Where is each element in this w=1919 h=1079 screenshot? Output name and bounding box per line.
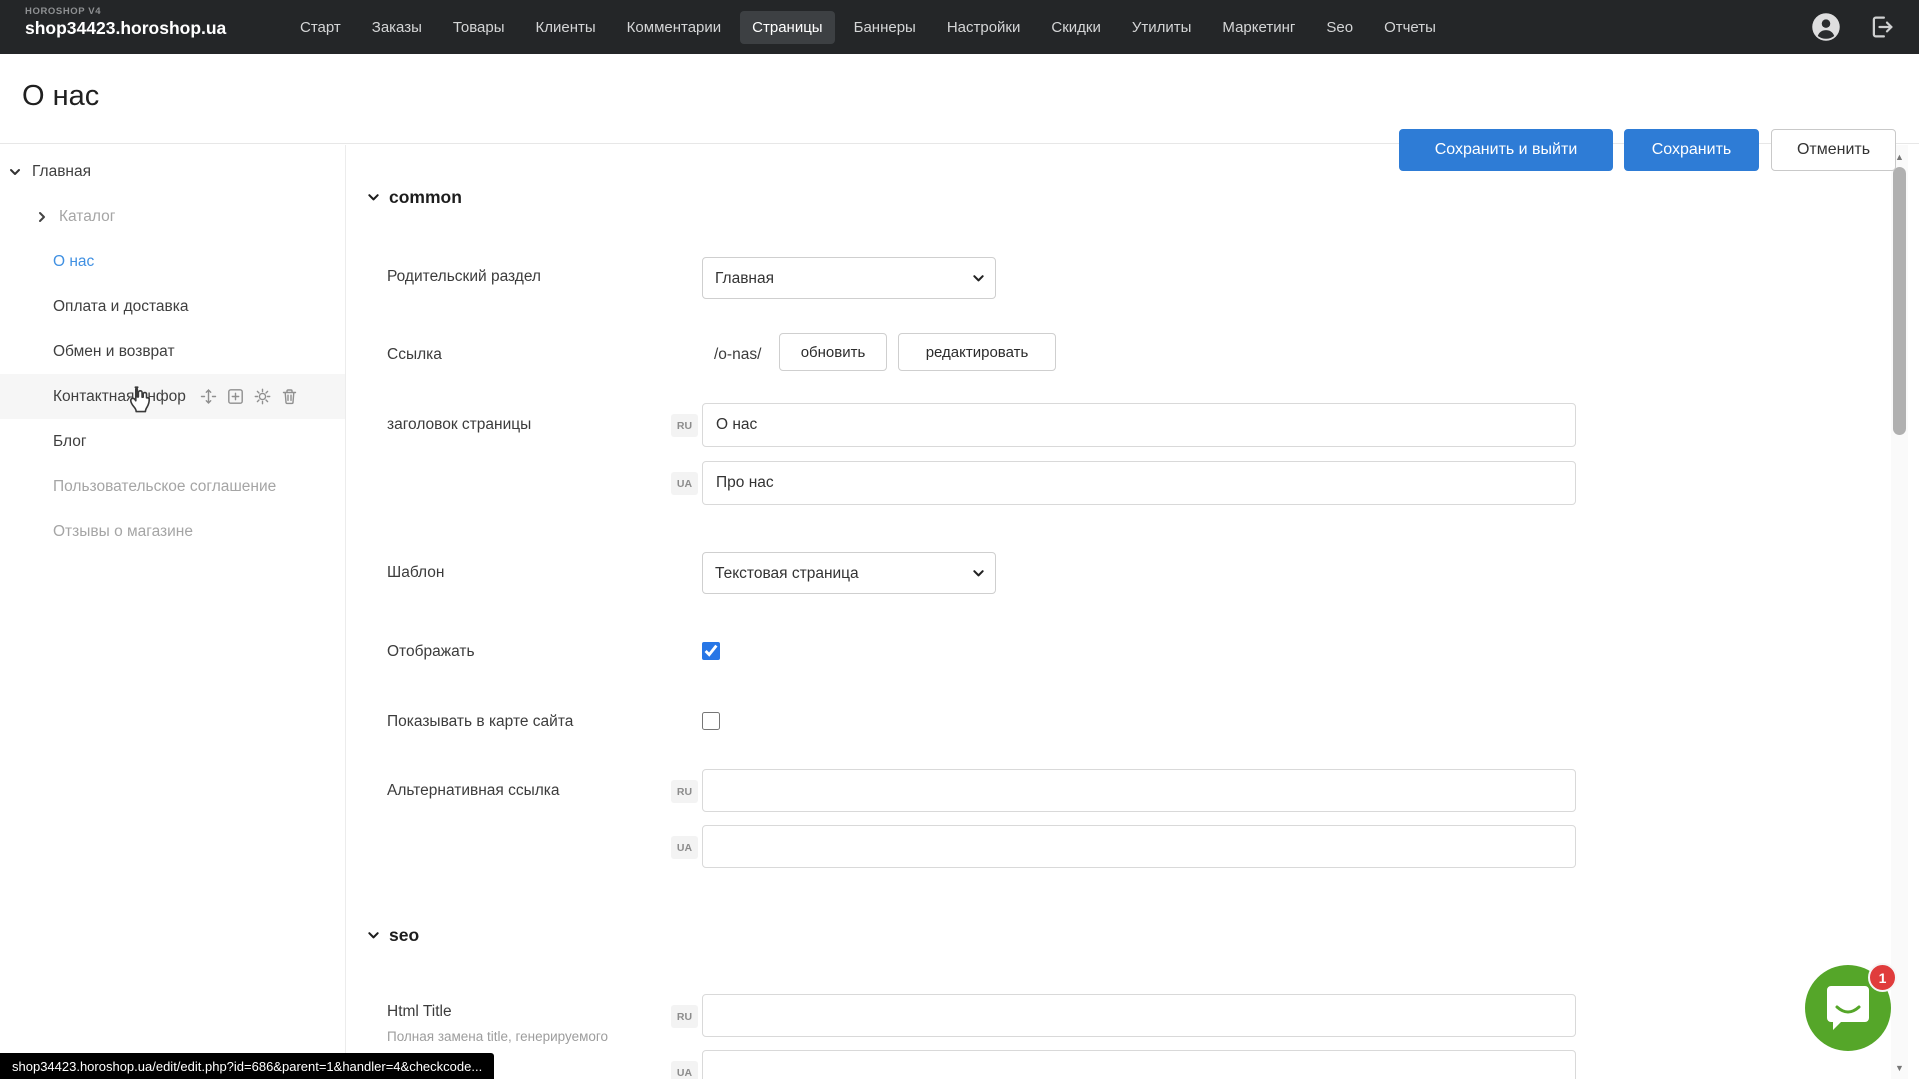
sidebar-item-o-nas-selected[interactable]: О нас xyxy=(0,239,345,284)
nav-item-seo[interactable]: Seo xyxy=(1314,11,1365,44)
alt-link-label: Альтернативная ссылка xyxy=(387,782,560,800)
section-common-title: common xyxy=(389,187,462,208)
parent-section-label: Родительский раздел xyxy=(387,268,541,286)
page-edit-form: common Родительский раздел Главная Ссылк… xyxy=(347,145,1919,1079)
sidebar-item-blog[interactable]: Блог xyxy=(0,419,345,464)
delete-trash-icon[interactable] xyxy=(281,388,298,405)
sidebar-item-otzyvy-o-magazine[interactable]: Отзывы о магазине xyxy=(0,509,345,554)
parent-section-select-wrap: Главная xyxy=(702,257,996,299)
sitemap-checkbox[interactable] xyxy=(702,712,720,730)
page-title-label: заголовок страницы xyxy=(387,416,531,434)
html-title-label: Html Title xyxy=(387,1003,452,1021)
save-and-exit-button[interactable]: Сохранить и выйти xyxy=(1399,129,1613,171)
nav-item-utilities[interactable]: Утилиты xyxy=(1120,11,1204,44)
chevron-down-icon xyxy=(367,191,380,204)
link-preview-statusbar: shop34423.horoshop.ua/edit/edit.php?id=6… xyxy=(0,1053,494,1079)
nav-item-products[interactable]: Товары xyxy=(441,11,517,44)
nav-item-orders[interactable]: Заказы xyxy=(360,11,434,44)
link-path-value: /o-nas/ xyxy=(714,346,761,364)
sidebar-item-label: Главная xyxy=(32,163,91,181)
link-refresh-button[interactable]: обновить xyxy=(779,333,887,371)
nav-item-discounts[interactable]: Скидки xyxy=(1039,11,1112,44)
sidebar-item-katalog[interactable]: Каталог xyxy=(0,194,345,239)
display-checkbox[interactable] xyxy=(702,642,720,660)
alt-link-ua-input[interactable] xyxy=(702,825,1576,868)
logout-icon[interactable] xyxy=(1867,12,1897,42)
section-seo-title: seo xyxy=(389,925,419,946)
lang-badge-ru: RU xyxy=(671,1005,698,1028)
html-title-hint: Полная замена title, генерируемого xyxy=(387,1029,608,1044)
link-label: Ссылка xyxy=(387,346,442,364)
settings-gear-icon[interactable] xyxy=(254,388,271,405)
nav-item-clients[interactable]: Клиенты xyxy=(524,11,608,44)
sidebar-item-label: Блог xyxy=(53,433,87,451)
lang-badge-ru: RU xyxy=(671,780,698,803)
template-select[interactable]: Текстовая страница xyxy=(702,552,996,594)
main-menu: Старт Заказы Товары Клиенты Комментарии … xyxy=(288,0,1448,54)
template-label: Шаблон xyxy=(387,564,444,582)
sidebar-item-label: Контактная инфор xyxy=(53,388,186,406)
display-label: Отображать xyxy=(387,643,475,661)
cancel-button[interactable]: Отменить xyxy=(1771,129,1896,171)
chat-bubble-icon xyxy=(1825,984,1871,1032)
nav-item-banners[interactable]: Баннеры xyxy=(842,11,928,44)
lang-badge-ua: UA xyxy=(671,1061,698,1079)
parent-section-select[interactable]: Главная xyxy=(702,257,996,299)
nav-item-reports[interactable]: Отчеты xyxy=(1372,11,1448,44)
template-select-wrap: Текстовая страница xyxy=(702,552,996,594)
sidebar-item-label: Обмен и возврат xyxy=(53,343,175,361)
chevron-down-icon xyxy=(367,929,380,942)
nav-item-start[interactable]: Старт xyxy=(288,11,353,44)
scrollbar-thumb[interactable] xyxy=(1893,167,1906,435)
logo-version-text: HOROSHOP V4 xyxy=(25,7,226,18)
page-title-ua-input[interactable] xyxy=(702,461,1576,505)
chat-widget-button[interactable]: 1 xyxy=(1805,965,1891,1051)
nav-item-pages[interactable]: Страницы xyxy=(740,11,834,44)
app-logo[interactable]: HOROSHOP V4 shop34423.horoshop.ua xyxy=(25,7,226,38)
lang-badge-ua: UA xyxy=(671,472,698,495)
sidebar-item-label: Пользовательское соглашение xyxy=(53,478,276,496)
sidebar-item-label: Отзывы о магазине xyxy=(53,523,193,541)
sidebar-item-label: О нас xyxy=(53,253,94,271)
page-title-ru-input[interactable] xyxy=(702,403,1576,447)
logo-domain-text: shop34423.horoshop.ua xyxy=(25,18,226,38)
alt-link-ru-input[interactable] xyxy=(702,769,1576,812)
nav-item-settings[interactable]: Настройки xyxy=(935,11,1033,44)
account-icon[interactable] xyxy=(1811,12,1841,42)
link-edit-button[interactable]: редактировать xyxy=(898,333,1056,371)
move-icon[interactable] xyxy=(200,388,217,405)
status-url-text: shop34423.horoshop.ua/edit/edit.php?id=6… xyxy=(12,1059,482,1074)
sidebar-item-oplata-i-dostavka[interactable]: Оплата и доставка xyxy=(0,284,345,329)
sitemap-label: Показывать в карте сайта xyxy=(387,713,573,731)
sidebar-item-label: Оплата и доставка xyxy=(53,298,189,316)
sidebar-item-kontaktnaya-infor[interactable]: Контактная инфор xyxy=(0,374,345,419)
page-header: О нас Сохранить и выйти Сохранить Отмени… xyxy=(0,54,1919,144)
nav-item-comments[interactable]: Комментарии xyxy=(615,11,733,44)
chevron-down-icon[interactable] xyxy=(8,165,22,179)
row-action-icons xyxy=(200,388,298,405)
content-scrollbar[interactable]: ▲ ▼ xyxy=(1891,145,1908,1079)
scrollbar-down-arrow[interactable]: ▼ xyxy=(1891,1059,1908,1076)
sidebar-item-glavnaya[interactable]: Главная xyxy=(0,149,345,194)
html-title-ua-input[interactable] xyxy=(702,1050,1576,1079)
top-navbar: HOROSHOP V4 shop34423.horoshop.ua Старт … xyxy=(0,0,1919,54)
add-page-icon[interactable] xyxy=(227,388,244,405)
lang-badge-ua: UA xyxy=(671,836,698,859)
nav-item-marketing[interactable]: Маркетинг xyxy=(1210,11,1307,44)
chevron-right-icon[interactable] xyxy=(35,210,49,224)
page-title: О нас xyxy=(22,80,99,113)
sidebar-item-obmen-i-vozvrat[interactable]: Обмен и возврат xyxy=(0,329,345,374)
section-seo-header[interactable]: seo xyxy=(367,925,419,946)
chat-notification-badge: 1 xyxy=(1868,963,1897,992)
save-button[interactable]: Сохранить xyxy=(1624,129,1759,171)
pages-tree-sidebar: Главная Каталог О нас Оплата и доставка … xyxy=(0,145,346,1079)
html-title-ru-input[interactable] xyxy=(702,994,1576,1037)
lang-badge-ru: RU xyxy=(671,414,698,437)
sidebar-item-polzovatelskoe-soglashenie[interactable]: Пользовательское соглашение xyxy=(0,464,345,509)
section-common-header[interactable]: common xyxy=(367,187,462,208)
sidebar-item-label: Каталог xyxy=(59,208,115,226)
